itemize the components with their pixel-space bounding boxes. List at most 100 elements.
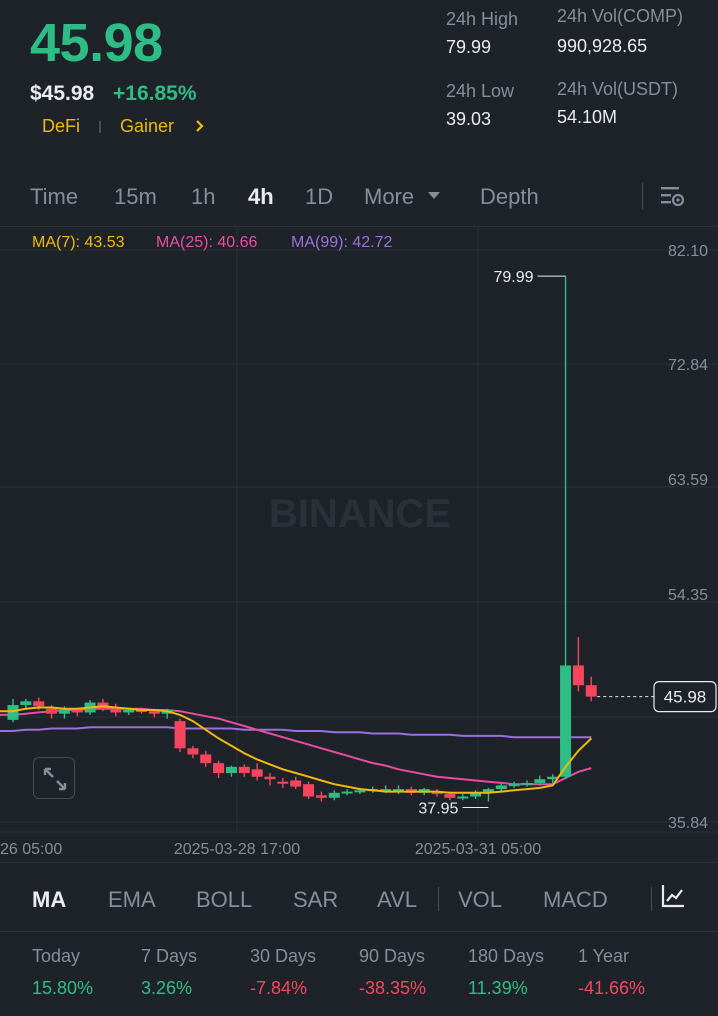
expand-icon bbox=[43, 767, 67, 791]
low-marker-label: 37.95 bbox=[418, 800, 458, 817]
interval-tabs: Time 15m 1h 4h 1D More Depth bbox=[0, 170, 718, 226]
x-axis-label: 2025-03-31 05:00 bbox=[415, 841, 541, 858]
indicator-macd[interactable]: MACD bbox=[543, 887, 608, 913]
perf-label: 1 Year bbox=[578, 946, 630, 966]
candle-body bbox=[560, 665, 572, 777]
indicator-sar[interactable]: SAR bbox=[293, 887, 338, 913]
high-label: 24h High bbox=[446, 9, 519, 29]
indicator-boll[interactable]: BOLL bbox=[196, 887, 252, 913]
tag-defi[interactable]: DeFi bbox=[42, 116, 80, 137]
perf-label: 30 Days bbox=[250, 946, 317, 966]
caret-down-icon[interactable] bbox=[428, 192, 440, 200]
fullscreen-button[interactable] bbox=[33, 757, 75, 799]
candle-body bbox=[341, 791, 353, 794]
current-price-label: 45.98 bbox=[664, 688, 707, 707]
perf-label: 180 Days bbox=[468, 946, 545, 966]
candle-body bbox=[148, 711, 160, 714]
perf-value: -41.66% bbox=[578, 978, 646, 998]
binance-watermark: BINANCE bbox=[269, 492, 451, 536]
indicator-divider-2 bbox=[651, 887, 652, 911]
candle-body bbox=[444, 794, 456, 798]
chart-settings-icon[interactable] bbox=[659, 184, 685, 210]
candle-body bbox=[46, 708, 58, 714]
y-axis-label: 63.59 bbox=[668, 472, 708, 489]
candle-body bbox=[225, 766, 237, 774]
candle-body bbox=[495, 785, 507, 790]
candle-body bbox=[110, 708, 122, 713]
candle-body bbox=[123, 709, 135, 713]
ma99-legend: MA(99): 42.72 bbox=[291, 234, 393, 251]
candle-body bbox=[521, 782, 533, 785]
candle-body bbox=[508, 784, 520, 787]
candle-body bbox=[7, 705, 19, 720]
tab-divider bbox=[642, 183, 643, 209]
indicator-avl[interactable]: AVL bbox=[377, 887, 417, 913]
ticker-header: 45.98 $45.98 +16.85% DeFi Gainer 24h Hig… bbox=[0, 0, 718, 160]
indicator-divider bbox=[438, 887, 439, 911]
candle-body bbox=[264, 776, 276, 780]
candle-body bbox=[33, 701, 45, 707]
tab-15m[interactable]: 15m bbox=[114, 184, 157, 210]
tab-1h[interactable]: 1h bbox=[191, 184, 215, 210]
change-percent: +16.85% bbox=[113, 82, 197, 105]
ma99-line bbox=[0, 726, 592, 739]
indicator-ema[interactable]: EMA bbox=[108, 887, 156, 913]
y-axis-label: 35.84 bbox=[668, 815, 708, 832]
tab-time[interactable]: Time bbox=[30, 184, 78, 210]
candle-body bbox=[213, 763, 225, 774]
usd-price: $45.98 bbox=[30, 82, 95, 105]
perf-label: 90 Days bbox=[359, 946, 426, 966]
indicator-ma[interactable]: MA bbox=[32, 887, 66, 913]
indicator-tabs: MA EMA BOLL SAR AVL VOL MACD bbox=[0, 862, 718, 932]
tab-1d[interactable]: 1D bbox=[305, 184, 333, 210]
high-value: 79.99 bbox=[446, 37, 492, 57]
candle-body bbox=[585, 685, 597, 697]
perf-label: 7 Days bbox=[141, 946, 198, 966]
x-axis-label: 26 05:00 bbox=[0, 841, 62, 858]
y-axis-label: 54.35 bbox=[668, 587, 708, 604]
perf-label: Today bbox=[32, 946, 81, 966]
perf-value: -7.84% bbox=[250, 978, 308, 998]
y-axis-label: 72.84 bbox=[668, 357, 708, 374]
candle-body bbox=[303, 784, 315, 797]
candle-body bbox=[328, 792, 340, 798]
indicator-settings-icon[interactable] bbox=[660, 883, 686, 909]
tag-gainer[interactable]: Gainer bbox=[120, 116, 174, 137]
candle-body bbox=[20, 701, 32, 706]
candle-body bbox=[58, 709, 70, 714]
candle-body bbox=[238, 766, 250, 774]
candle-body bbox=[354, 790, 366, 793]
tag-separator bbox=[99, 121, 101, 133]
vol-usdt-label: 24h Vol(USDT) bbox=[557, 79, 679, 99]
candle-body bbox=[71, 709, 83, 713]
low-value: 39.03 bbox=[446, 109, 492, 129]
low-label: 24h Low bbox=[446, 81, 515, 101]
vol-comp-label: 24h Vol(COMP) bbox=[557, 6, 684, 26]
candle-body bbox=[200, 754, 212, 764]
y-axis-label: 82.10 bbox=[668, 243, 708, 260]
chevron-right-icon[interactable] bbox=[192, 117, 208, 135]
candle-body bbox=[277, 781, 289, 784]
indicator-vol[interactable]: VOL bbox=[458, 887, 502, 913]
x-axis-label: 2025-03-28 17:00 bbox=[174, 841, 300, 858]
price-chart[interactable]: BINANCE 82.10 72.84 63.59 54.35 35.84 26 05:… bbox=[0, 227, 718, 863]
high-marker-label: 79.99 bbox=[494, 269, 534, 286]
tab-4h[interactable]: 4h bbox=[248, 184, 274, 210]
candle-body bbox=[457, 796, 469, 799]
vol-usdt-value: 54.10M bbox=[557, 107, 618, 127]
ma7-legend: MA(7): 43.53 bbox=[32, 234, 125, 251]
candle-body bbox=[187, 748, 199, 755]
candle-body bbox=[174, 721, 186, 749]
candle-body bbox=[290, 780, 302, 787]
perf-value: 15.80% bbox=[32, 978, 94, 998]
tab-more[interactable]: More bbox=[364, 184, 414, 210]
tab-depth[interactable]: Depth bbox=[480, 184, 539, 210]
last-price: 45.98 bbox=[30, 13, 163, 73]
ma25-legend: MA(25): 40.66 bbox=[156, 234, 258, 251]
perf-value: 3.26% bbox=[141, 978, 193, 998]
vol-comp-value: 990,928.65 bbox=[557, 36, 648, 56]
candle-body bbox=[251, 769, 263, 777]
perf-value: 11.39% bbox=[468, 978, 528, 998]
candle-body bbox=[315, 795, 327, 798]
candle-body bbox=[534, 779, 546, 783]
